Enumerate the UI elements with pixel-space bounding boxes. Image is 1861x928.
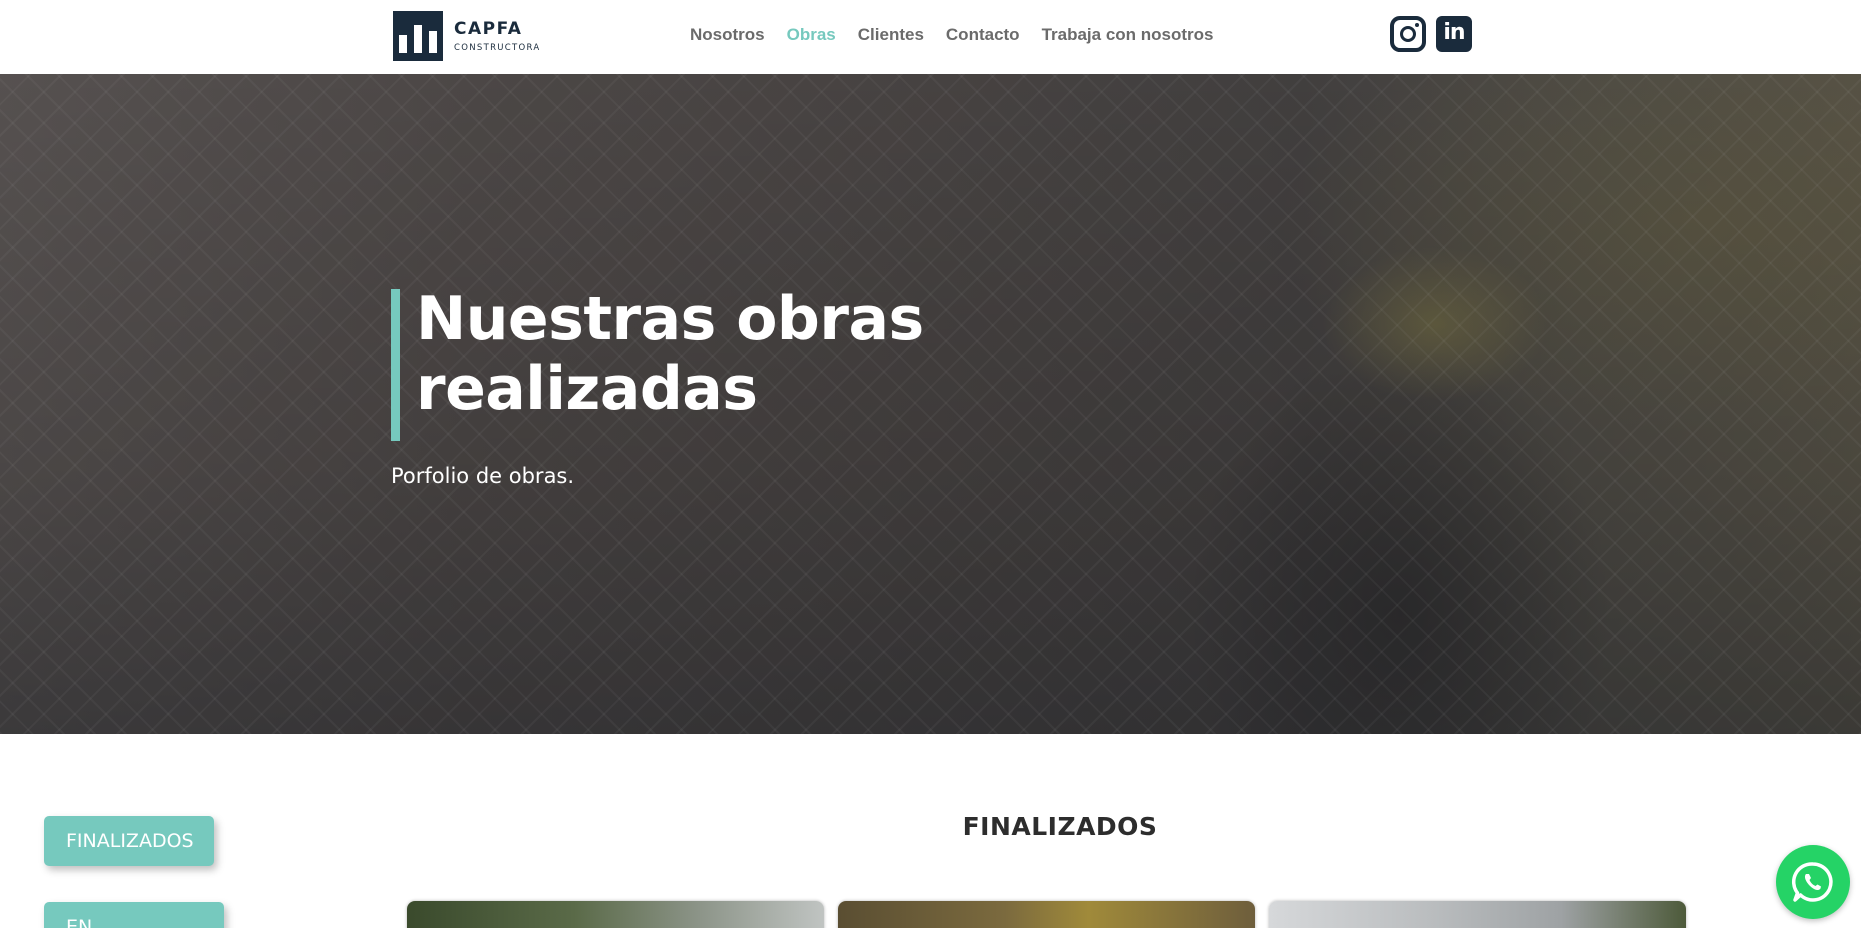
hero-subtitle: Porfolio de obras. <box>391 464 575 488</box>
nav-item-contacto[interactable]: Contacto <box>946 25 1020 45</box>
filter-button-en-ejecucion[interactable]: EN EJECUCIÓN <box>44 902 224 928</box>
hero-banner: Nuestras obras realizadas Porfolio de ob… <box>0 74 1861 734</box>
project-card[interactable] <box>407 901 824 928</box>
whatsapp-icon <box>1792 862 1833 902</box>
nav-item-obras[interactable]: Obras <box>787 25 836 45</box>
site-header: CAPFA CONSTRUCTORA Nosotros Obras Client… <box>0 0 1861 74</box>
nav-item-trabaja-con-nosotros[interactable]: Trabaja con nosotros <box>1042 25 1214 45</box>
project-card[interactable] <box>1269 901 1686 928</box>
section-title: FINALIZADOS <box>962 812 1158 841</box>
project-card[interactable] <box>838 901 1255 928</box>
logo-mark-icon <box>393 11 443 61</box>
filter-button-finalizados[interactable]: FINALIZADOS <box>44 816 214 866</box>
whatsapp-button[interactable] <box>1776 845 1850 919</box>
logo[interactable]: CAPFA CONSTRUCTORA <box>393 11 541 61</box>
logo-title: CAPFA <box>454 19 523 39</box>
main-nav: Nosotros Obras Clientes Contacto Trabaja… <box>690 25 1236 45</box>
linkedin-icon[interactable]: in <box>1436 16 1472 52</box>
hero-accent-bar <box>391 289 400 441</box>
hero-title: Nuestras obras realizadas <box>416 284 924 424</box>
logo-subtitle: CONSTRUCTORA <box>454 43 541 53</box>
logo-text: CAPFA CONSTRUCTORA <box>454 19 541 53</box>
nav-item-nosotros[interactable]: Nosotros <box>690 25 765 45</box>
social-links: in <box>1390 16 1472 52</box>
nav-item-clientes[interactable]: Clientes <box>858 25 924 45</box>
instagram-icon[interactable] <box>1390 16 1426 52</box>
